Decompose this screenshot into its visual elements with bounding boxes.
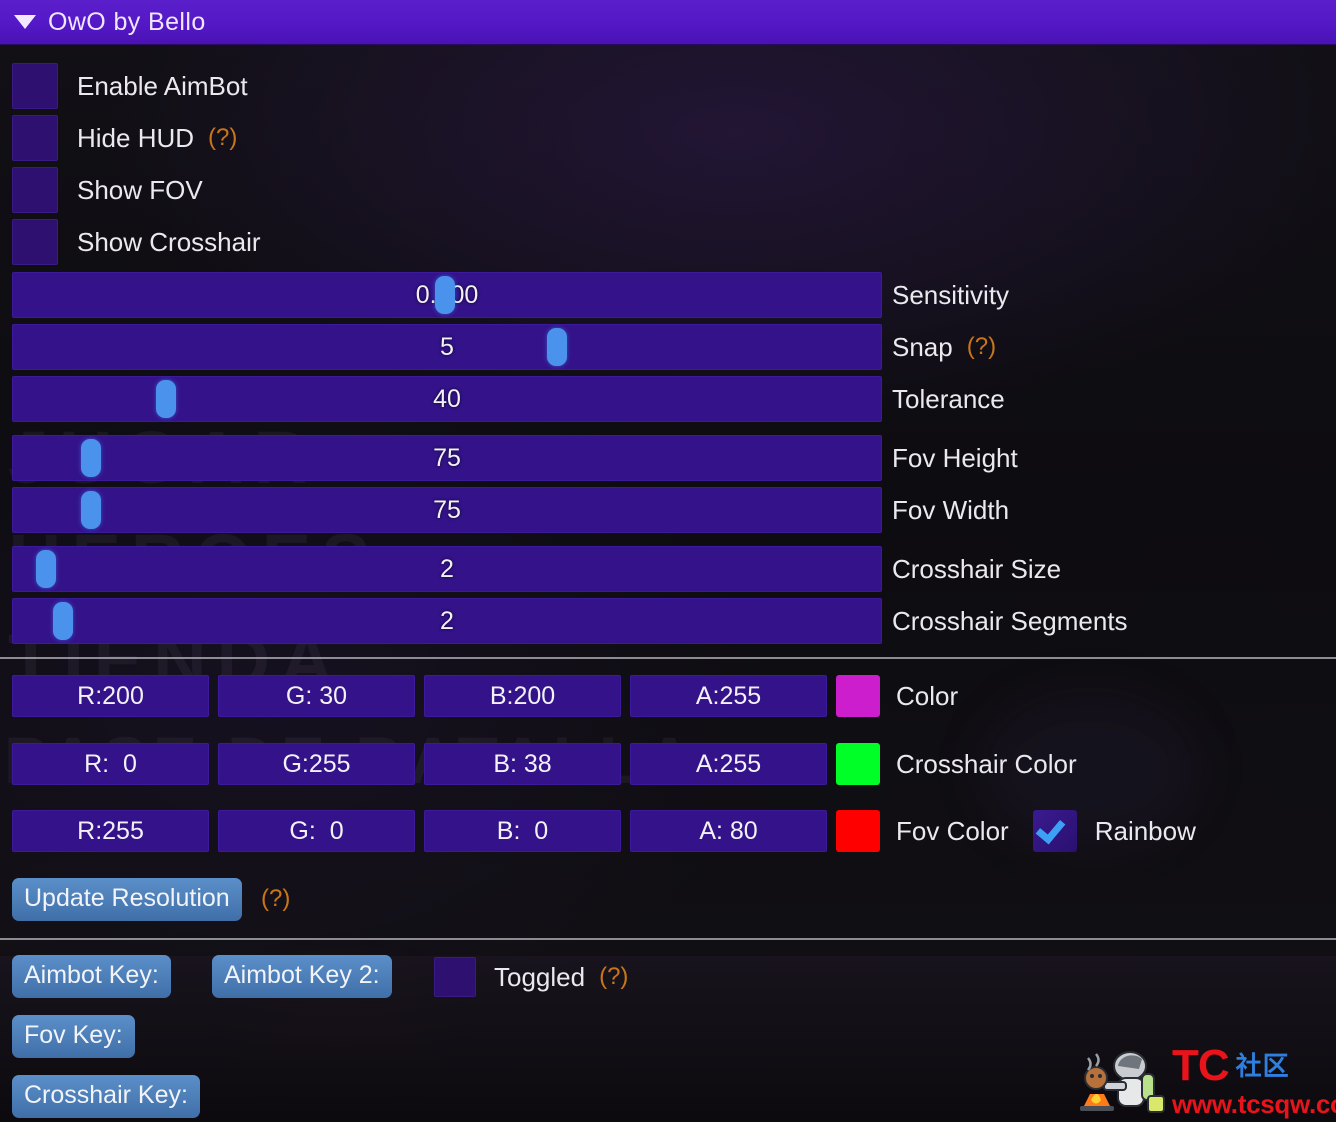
fov-color-label: Fov Color: [896, 815, 1009, 846]
crosshair-color-blue-field[interactable]: B: 38: [424, 743, 621, 785]
color-alpha-field[interactable]: A:255: [630, 675, 827, 717]
slider-label-text: Crosshair Segments: [892, 605, 1128, 636]
slider-label-text: Sensitivity: [892, 279, 1010, 310]
watermark-brand-row: TC 社区: [1172, 1044, 1336, 1088]
color-label: Color: [896, 680, 959, 711]
toggle-row-show-fov[interactable]: Show FOV: [12, 167, 203, 213]
crosshair-color-alpha-field[interactable]: A:255: [630, 743, 827, 785]
watermark-brand-suffix: 社区: [1235, 1051, 1290, 1081]
toggled-label: Toggled: [494, 961, 586, 992]
slider-fov-height[interactable]: 75: [12, 435, 882, 481]
fov-color-blue-field[interactable]: B: 0: [424, 810, 621, 852]
slider-handle[interactable]: [36, 550, 57, 588]
slider-value: 75: [433, 495, 461, 524]
slider-handle[interactable]: [434, 276, 455, 314]
slider-value: 75: [433, 443, 461, 472]
show-fov-checkbox[interactable]: [12, 167, 58, 213]
slider-label-text: Tolerance: [892, 383, 1005, 414]
toggled-checkbox[interactable]: [434, 957, 476, 997]
slider-label-crosshair-size: Crosshair Size: [892, 546, 1061, 592]
show-fov-label: Show FOV: [77, 174, 203, 205]
slider-sensitivity[interactable]: 0.500: [12, 272, 882, 318]
aimbot-key-2-button[interactable]: Aimbot Key 2:: [212, 955, 392, 998]
enable-aimbot-label: Enable AimBot: [77, 70, 248, 101]
slider-label-snap: Snap (?): [892, 324, 996, 370]
fov-key-button[interactable]: Fov Key:: [12, 1015, 135, 1058]
window-titlebar[interactable]: OwO by Bello: [0, 0, 1336, 45]
color-row-color: R:200 G: 30 B:200 A:255 Color: [12, 675, 958, 717]
update-resolution-help-icon[interactable]: (?): [261, 885, 290, 913]
hide-hud-help-icon[interactable]: (?): [208, 124, 237, 152]
watermark-brand: TC: [1172, 1041, 1230, 1090]
site-watermark: TC 社区 www.tcsqw.com: [1074, 1042, 1336, 1122]
slider-value: 5: [440, 332, 454, 361]
rainbow-toggle-row[interactable]: Rainbow: [1032, 810, 1196, 852]
color-swatch[interactable]: [836, 675, 880, 717]
separator-keybinds: [0, 938, 1336, 940]
slider-label-text: Snap: [892, 331, 953, 362]
slider-label-text: Fov Height: [892, 442, 1018, 473]
slider-crosshair-size[interactable]: 2: [12, 546, 882, 592]
color-red-field[interactable]: R:200: [12, 675, 209, 717]
triangle-down-icon[interactable]: [14, 15, 36, 29]
slider-label-crosshair-segments: Crosshair Segments: [892, 598, 1128, 644]
show-crosshair-label: Show Crosshair: [77, 226, 261, 257]
slider-label-text: Fov Width: [892, 494, 1010, 525]
slider-label-text: Crosshair Size: [892, 553, 1062, 584]
slider-handle[interactable]: [155, 380, 176, 418]
slider-snap[interactable]: 5: [12, 324, 882, 370]
crosshair-color-green-field[interactable]: G:255: [218, 743, 415, 785]
crosshair-color-red-field[interactable]: R: 0: [12, 743, 209, 785]
watermark-text-block: TC 社区 www.tcsqw.com: [1172, 1044, 1336, 1120]
watermark-url: www.tcsqw.com: [1172, 1089, 1336, 1119]
astronaut-campfire-icon: [1074, 1044, 1170, 1120]
toggled-help-icon[interactable]: (?): [599, 963, 628, 991]
rainbow-label: Rainbow: [1094, 815, 1196, 846]
slider-fov-width[interactable]: 75: [12, 487, 882, 533]
color-row-crosshair-color: R: 0 G:255 B: 38 A:255 Crosshair Color: [12, 743, 1077, 785]
slider-tolerance[interactable]: 40: [12, 376, 882, 422]
check-icon: [1035, 813, 1066, 845]
hide-hud-label: Hide HUD: [77, 122, 195, 153]
fov-color-red-field[interactable]: R:255: [12, 810, 209, 852]
slider-label-tolerance: Tolerance: [892, 376, 1005, 422]
slider-value: 2: [440, 554, 454, 583]
hide-hud-checkbox[interactable]: [12, 115, 58, 161]
color-row-fov-color: R:255 G: 0 B: 0 A: 80 Fov Color Rainbow: [12, 810, 1196, 852]
toggle-row-show-crosshair[interactable]: Show Crosshair: [12, 219, 261, 265]
separator-sliders: [0, 657, 1336, 659]
slider-label-fov-height: Fov Height: [892, 435, 1018, 481]
fov-color-swatch[interactable]: [836, 810, 880, 852]
color-blue-field[interactable]: B:200: [424, 675, 621, 717]
slider-label-sensitivity: Sensitivity: [892, 272, 1009, 318]
rainbow-checkbox[interactable]: [1032, 810, 1077, 852]
window-title: OwO by Bello: [48, 7, 206, 36]
crosshair-color-label: Crosshair Color: [896, 748, 1077, 779]
overlay-root: OVERWATCH 2 JUGAR HEROES TIENDA PASE DE …: [0, 0, 1336, 1122]
toggle-row-hide-hud[interactable]: Hide HUD (?): [12, 115, 237, 161]
slider-crosshair-segments[interactable]: 2: [12, 598, 882, 644]
toggled-row[interactable]: Toggled (?): [434, 957, 628, 997]
update-resolution-button[interactable]: Update Resolution: [12, 878, 242, 921]
aimbot-key-button[interactable]: Aimbot Key:: [12, 955, 171, 998]
snap-help-icon[interactable]: (?): [967, 333, 996, 361]
show-crosshair-checkbox[interactable]: [12, 219, 58, 265]
slider-label-fov-width: Fov Width: [892, 487, 1009, 533]
slider-handle[interactable]: [80, 439, 101, 477]
slider-handle[interactable]: [80, 491, 101, 529]
crosshair-key-button[interactable]: Crosshair Key:: [12, 1075, 200, 1118]
panel-body: Enable AimBot Hide HUD (?) Show FOV Show…: [0, 45, 1336, 1122]
crosshair-color-swatch[interactable]: [836, 743, 880, 785]
toggle-row-enable-aimbot[interactable]: Enable AimBot: [12, 63, 248, 109]
fov-color-alpha-field[interactable]: A: 80: [630, 810, 827, 852]
fov-color-green-field[interactable]: G: 0: [218, 810, 415, 852]
slider-handle[interactable]: [547, 328, 568, 366]
color-green-field[interactable]: G: 30: [218, 675, 415, 717]
enable-aimbot-checkbox[interactable]: [12, 63, 58, 109]
slider-value: 40: [433, 384, 461, 413]
slider-handle[interactable]: [52, 602, 73, 640]
slider-value: 2: [440, 606, 454, 635]
